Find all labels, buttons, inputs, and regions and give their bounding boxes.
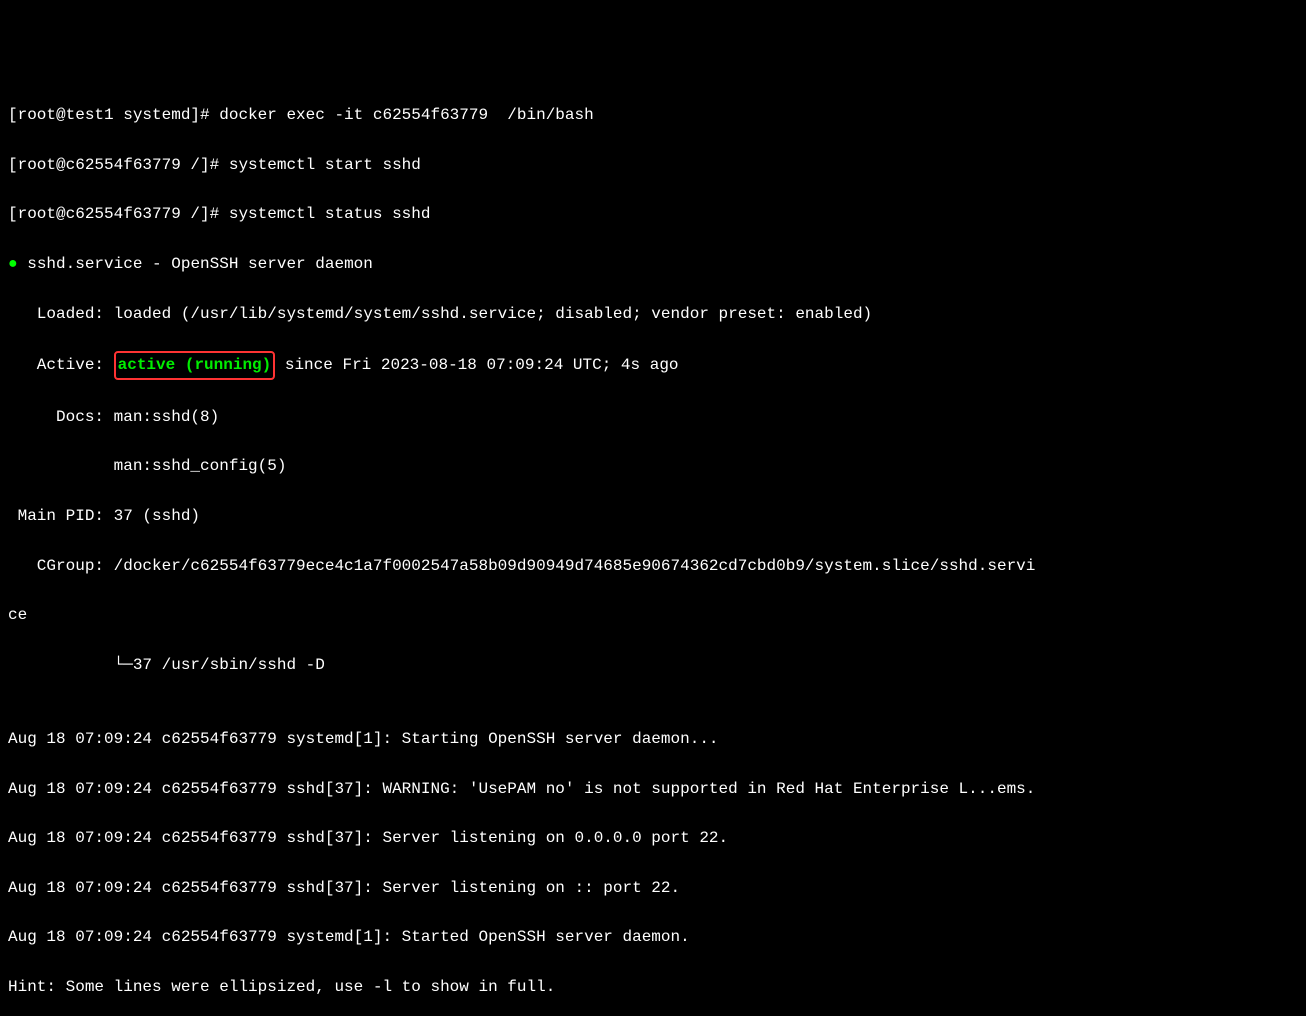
status-docs: man:sshd_config(5) <box>8 454 1298 479</box>
shell-command: systemctl status sshd <box>229 205 431 223</box>
terminal-line: [root@c62554f63779 /]# systemctl status … <box>8 202 1298 227</box>
shell-prompt: [root@c62554f63779 /]# <box>8 156 229 174</box>
shell-prompt: [root@c62554f63779 /]# <box>8 205 229 223</box>
log-line: Aug 18 07:09:24 c62554f63779 sshd[37]: W… <box>8 777 1298 802</box>
terminal-line: [root@test1 systemd]# docker exec -it c6… <box>8 103 1298 128</box>
log-line: Aug 18 07:09:24 c62554f63779 sshd[37]: S… <box>8 876 1298 901</box>
shell-prompt: [root@test1 systemd]# <box>8 106 219 124</box>
status-unit-line: ● sshd.service - OpenSSH server daemon <box>8 252 1298 277</box>
status-active-label: Active: <box>8 356 114 374</box>
terminal-line: [root@c62554f63779 /]# systemctl start s… <box>8 153 1298 178</box>
shell-command: systemctl start sshd <box>229 156 421 174</box>
highlight-annotation: active (running) <box>114 351 276 380</box>
status-unit-text: sshd.service - OpenSSH server daemon <box>18 255 373 273</box>
log-line: Aug 18 07:09:24 c62554f63779 systemd[1]:… <box>8 727 1298 752</box>
status-tree: └─37 /usr/sbin/sshd -D <box>8 653 1298 678</box>
hint-line: Hint: Some lines were ellipsized, use -l… <box>8 975 1298 1000</box>
log-line: Aug 18 07:09:24 c62554f63779 sshd[37]: S… <box>8 826 1298 851</box>
status-active-since: since Fri 2023-08-18 07:09:24 UTC; 4s ag… <box>275 356 678 374</box>
shell-command: docker exec -it c62554f63779 /bin/bash <box>219 106 593 124</box>
status-cgroup-wrap: ce <box>8 603 1298 628</box>
status-cgroup: CGroup: /docker/c62554f63779ece4c1a7f000… <box>8 554 1298 579</box>
status-active-line: Active: active (running) since Fri 2023-… <box>8 351 1298 380</box>
status-loaded: Loaded: loaded (/usr/lib/systemd/system/… <box>8 302 1298 327</box>
log-line: Aug 18 07:09:24 c62554f63779 systemd[1]:… <box>8 925 1298 950</box>
status-bullet-icon: ● <box>8 252 18 277</box>
status-active-value: active (running) <box>118 356 272 374</box>
status-docs: Docs: man:sshd(8) <box>8 405 1298 430</box>
